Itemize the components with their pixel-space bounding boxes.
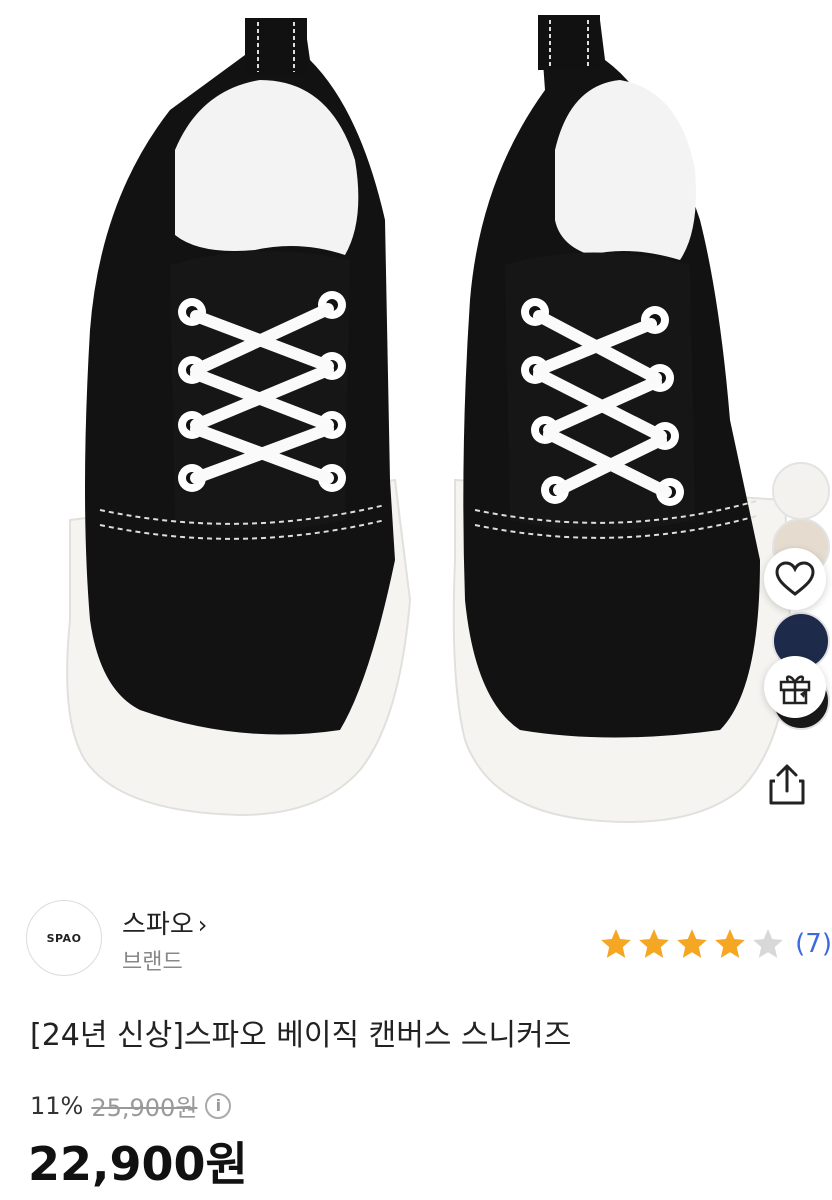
star-icon: [601, 929, 632, 958]
star-icon: [677, 929, 708, 958]
brand-sub-label: 브랜드: [122, 950, 183, 975]
star-icon: [753, 929, 784, 958]
brand-logo[interactable]: SPAO: [26, 900, 102, 976]
color-swatch-ivory[interactable]: [772, 462, 830, 520]
original-price: 25,900원: [91, 1094, 198, 1122]
brand-link[interactable]: 스파오 ›: [122, 904, 207, 941]
price-row: 11% 25,900원 i: [30, 1088, 232, 1123]
left-shoe: [66, 18, 412, 817]
rating[interactable]: (7): [599, 926, 832, 962]
gift-button[interactable]: [764, 656, 826, 718]
info-icon[interactable]: i: [205, 1092, 232, 1119]
star-rating: [599, 927, 789, 961]
brand-name: 스파오: [122, 910, 194, 940]
star-icon: [715, 929, 746, 958]
sale-price: 22,900원: [28, 1137, 248, 1191]
heart-icon: [775, 561, 815, 596]
star-icon: [639, 929, 670, 958]
gift-icon: [779, 675, 811, 705]
product-image[interactable]: [0, 0, 832, 850]
share-icon: [769, 764, 805, 805]
brand-row: SPAO 스파오 › 브랜드 (7): [26, 900, 832, 980]
right-shoe: [452, 15, 792, 823]
share-button[interactable]: [756, 754, 818, 816]
discount-rate: 11%: [30, 1091, 84, 1120]
chevron-right-icon: ›: [197, 911, 208, 939]
review-count[interactable]: (7): [795, 929, 832, 959]
product-title: [24년 신상]스파오 베이직 캔버스 스니커즈: [30, 1018, 572, 1053]
brand-logo-text: SPAO: [46, 931, 82, 945]
wishlist-button[interactable]: [764, 548, 826, 610]
sneaker-illustration: [66, 15, 792, 823]
